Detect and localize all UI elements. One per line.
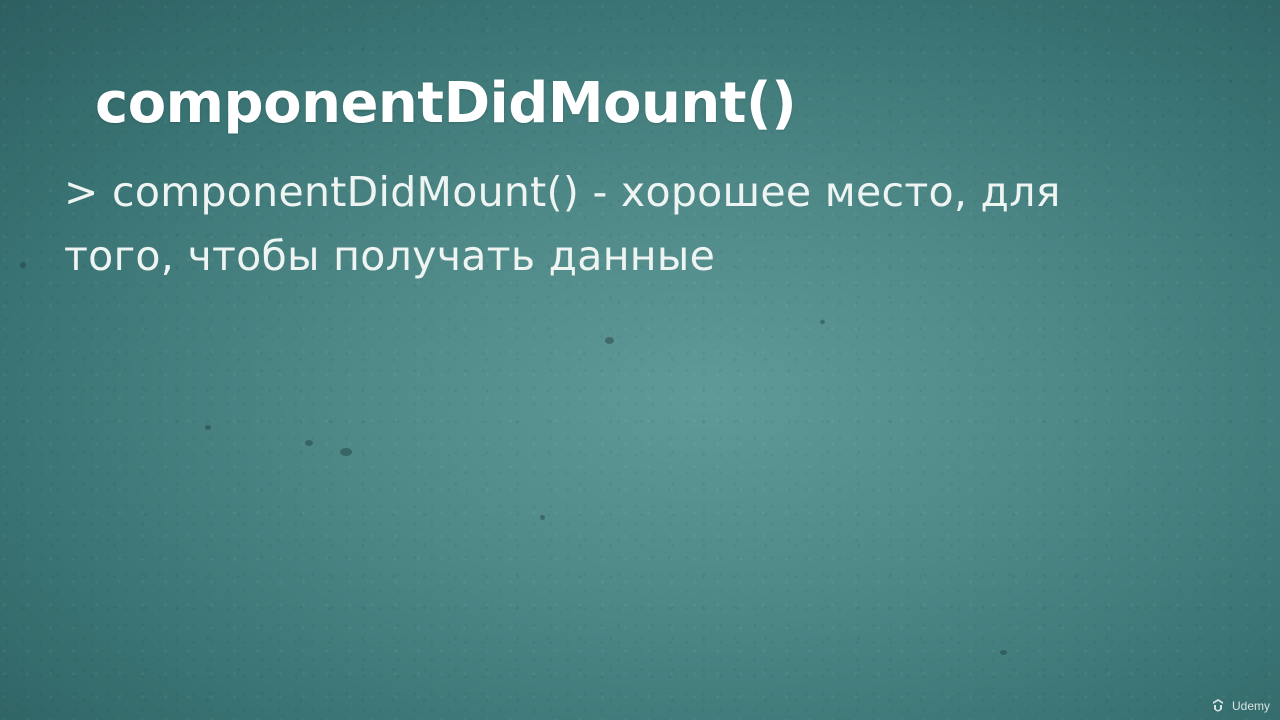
background-speck xyxy=(605,337,614,344)
background-speck xyxy=(1000,650,1007,655)
background-speck xyxy=(540,515,545,520)
slide-title: componentDidMount() xyxy=(95,71,797,136)
slide-bullet-text: > componentDidMount() - хорошее место, д… xyxy=(64,168,1061,280)
udemy-watermark: Udemy xyxy=(1210,698,1270,714)
udemy-logo-icon xyxy=(1212,699,1223,712)
udemy-logo-label: Udemy xyxy=(1231,699,1270,713)
background-speck xyxy=(340,448,352,456)
background-speck xyxy=(820,320,825,324)
background-speck xyxy=(205,425,211,430)
background-speck xyxy=(20,262,26,268)
background-speck xyxy=(305,440,313,446)
